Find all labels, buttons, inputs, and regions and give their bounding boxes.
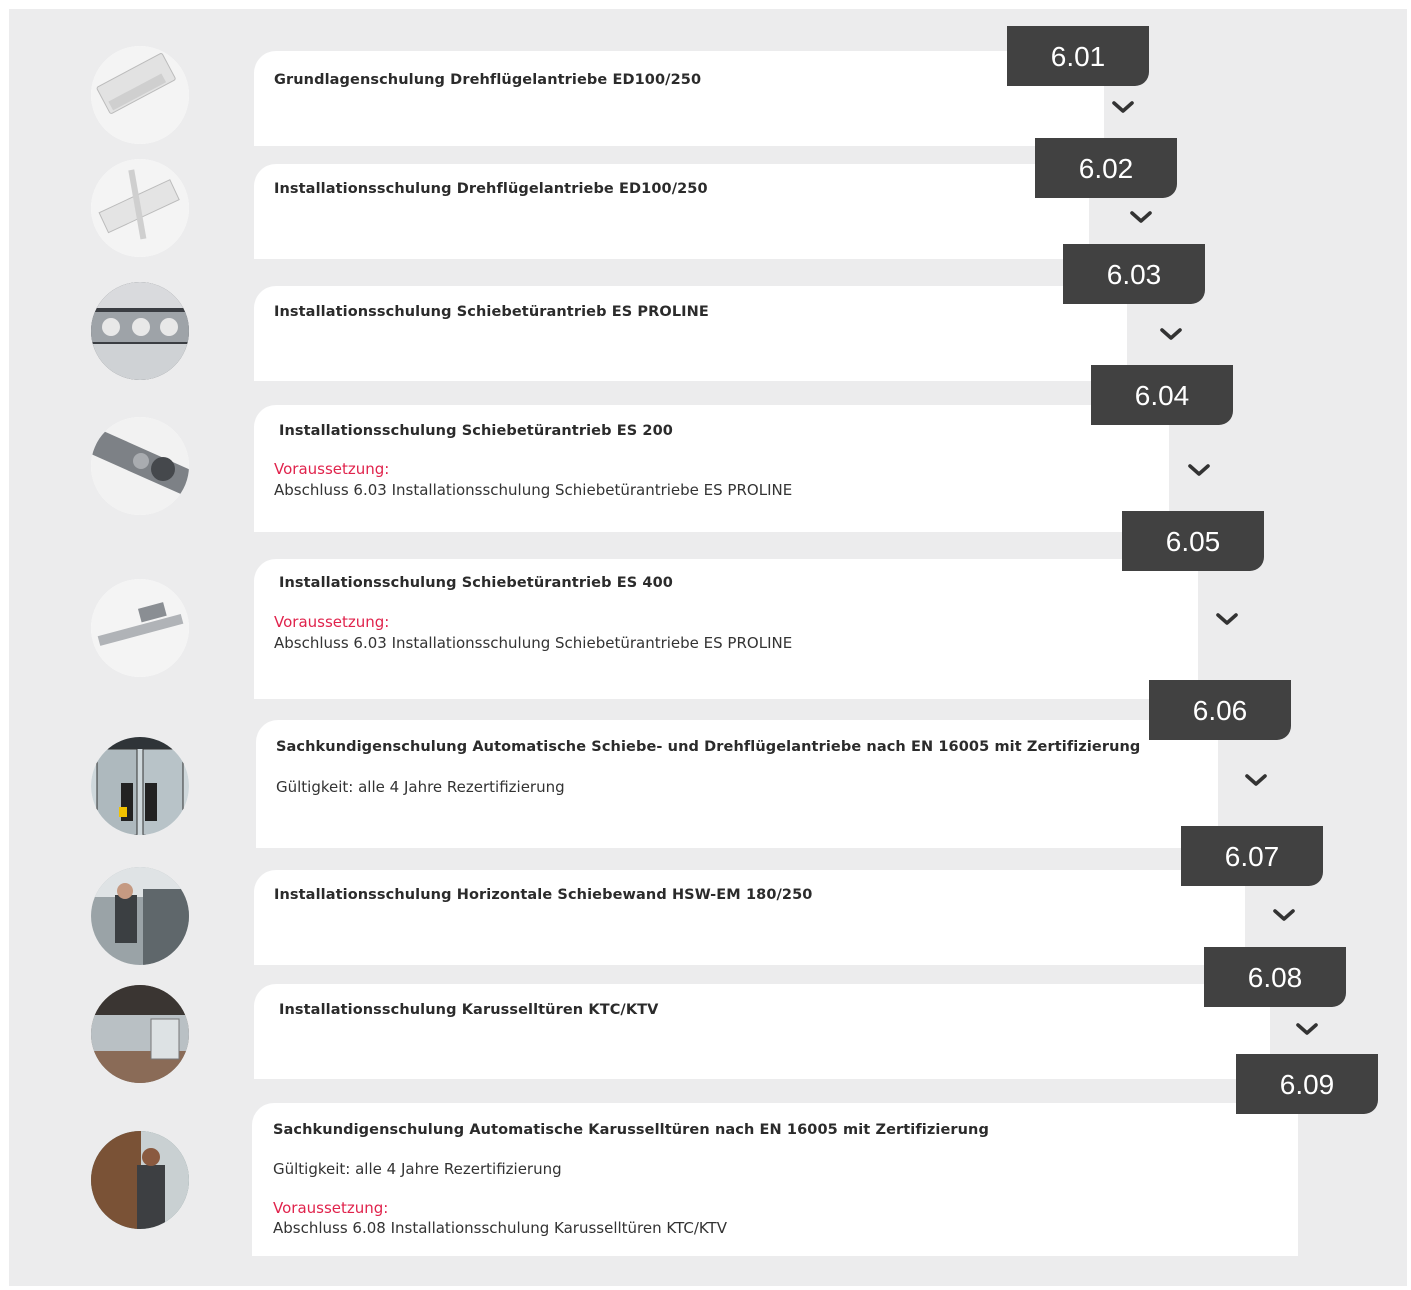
course-title: Installationsschulung Schiebetürantrieb … [279,575,673,591]
chevron-down-icon[interactable] [1245,773,1267,787]
course-number-badge: 6.01 [1007,26,1149,86]
chevron-down-icon[interactable] [1216,612,1238,626]
course-title: Installationsschulung Schiebetürantrieb … [279,423,673,439]
course-number-badge: 6.09 [1236,1054,1378,1114]
course-card-3[interactable] [254,286,1127,381]
course-title: Installationsschulung Drehflügelantriebe… [274,181,708,197]
course-title: Grundlagenschulung Drehflügelantriebe ED… [274,72,702,88]
chevron-down-icon[interactable] [1112,100,1134,114]
course-card-7[interactable] [254,870,1245,965]
course-number-badge: 6.07 [1181,826,1323,886]
course-image-2 [91,159,189,257]
course-detail-text: Abschluss 6.08 Installationsschulung Kar… [273,1219,727,1237]
course-title: Sachkundigenschulung Automatische Karuss… [273,1122,989,1138]
course-title: Sachkundigenschulung Automatische Schieb… [276,739,1141,755]
chevron-down-icon[interactable] [1160,327,1182,341]
course-image-1 [91,46,189,144]
course-image-9 [91,1131,189,1229]
course-title: Installationsschulung Schiebetürantrieb … [274,304,709,320]
course-card-2[interactable] [254,164,1089,259]
course-title: Installationsschulung Horizontale Schieb… [274,887,813,903]
course-image-4 [91,417,189,515]
course-number-badge: 6.04 [1091,365,1233,425]
course-detail-text: Gültigkeit: alle 4 Jahre Rezertifizierun… [273,1160,562,1178]
course-detail-text: Abschluss 6.03 Installationsschulung Sch… [274,481,793,499]
course-number-badge: 6.03 [1063,244,1205,304]
course-number-badge: 6.06 [1149,680,1291,740]
course-image-3 [91,282,189,380]
chevron-down-icon[interactable] [1296,1022,1318,1036]
course-detail-text: Abschluss 6.03 Installationsschulung Sch… [274,634,793,652]
course-image-7 [91,867,189,965]
course-number-badge: 6.08 [1204,947,1346,1007]
course-image-5 [91,579,189,677]
chevron-down-icon[interactable] [1130,210,1152,224]
chevron-down-icon[interactable] [1188,463,1210,477]
course-card-8[interactable] [254,984,1270,1079]
course-title: Installationsschulung Karusselltüren KTC… [279,1002,659,1018]
course-detail-text: Gültigkeit: alle 4 Jahre Rezertifizierun… [276,778,565,796]
prerequisite-label: Voraussetzung: [273,1199,389,1217]
course-image-8 [91,985,189,1083]
course-number-badge: 6.05 [1122,511,1264,571]
course-number-badge: 6.02 [1035,138,1177,198]
chevron-down-icon[interactable] [1273,908,1295,922]
course-card-1[interactable] [254,51,1104,146]
course-image-6 [91,737,189,835]
prerequisite-label: Voraussetzung: [274,613,390,631]
prerequisite-label: Voraussetzung: [274,460,390,478]
